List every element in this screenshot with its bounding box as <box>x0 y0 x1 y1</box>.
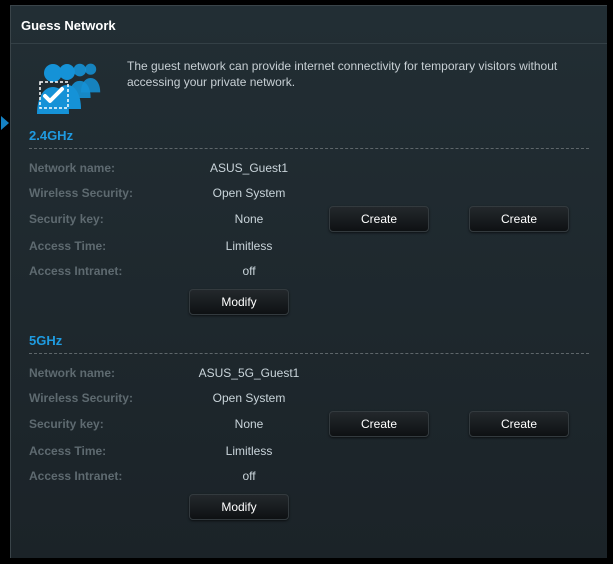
value-5-network-name: ASUS_5G_Guest1 <box>189 366 309 380</box>
create-button-24-slot3[interactable]: Create <box>469 206 569 232</box>
value-24-security-key: None <box>189 212 309 226</box>
value-24-access-time: Limitless <box>189 239 309 253</box>
band-5ghz-title: 5GHz <box>29 327 589 351</box>
value-24-wireless-security: Open System <box>189 186 309 200</box>
row-security-key-5: Security key: None Create Create <box>29 410 589 438</box>
create-button-24-slot2[interactable]: Create <box>329 206 429 232</box>
modify-row-24: Modify <box>29 283 589 323</box>
value-5-access-time: Limitless <box>189 444 309 458</box>
label-security-key: Security key: <box>29 417 189 431</box>
active-tab-pointer <box>1 116 9 130</box>
value-24-network-name: ASUS_Guest1 <box>189 161 309 175</box>
row-access-time: Access Time: Limitless <box>29 233 589 258</box>
modify-row-5: Modify <box>29 488 589 528</box>
row-access-time-5: Access Time: Limitless <box>29 438 589 463</box>
guest-network-icon <box>37 60 109 114</box>
label-access-intranet: Access Intranet: <box>29 469 189 483</box>
create-buttons-5: Create Create <box>309 411 589 437</box>
label-wireless-security: Wireless Security: <box>29 186 189 200</box>
band-24ghz-section: 2.4GHz Network name: ASUS_Guest1 Wireles… <box>11 118 607 323</box>
modify-button-24[interactable]: Modify <box>189 289 289 315</box>
intro-block: The guest network can provide internet c… <box>11 44 607 118</box>
create-buttons-24: Create Create <box>309 206 589 232</box>
label-network-name: Network name: <box>29 161 189 175</box>
band-5ghz-section: 5GHz Network name: ASUS_5G_Guest1 Wirele… <box>11 323 607 528</box>
divider <box>29 148 589 149</box>
value-5-access-intranet: off <box>189 469 309 483</box>
band-24ghz-title: 2.4GHz <box>29 122 589 146</box>
intro-text: The guest network can provide internet c… <box>127 58 587 90</box>
modify-button-5[interactable]: Modify <box>189 494 289 520</box>
page-title: Guess Network <box>11 6 607 44</box>
value-5-security-key: None <box>189 417 309 431</box>
label-wireless-security: Wireless Security: <box>29 391 189 405</box>
row-security-key: Security key: None Create Create <box>29 205 589 233</box>
guest-network-panel: Guess Network The guest network can pr <box>10 5 607 558</box>
value-24-access-intranet: off <box>189 264 309 278</box>
value-5-wireless-security: Open System <box>189 391 309 405</box>
label-network-name: Network name: <box>29 366 189 380</box>
row-access-intranet: Access Intranet: off <box>29 258 589 283</box>
label-access-time: Access Time: <box>29 239 189 253</box>
create-button-5-slot2[interactable]: Create <box>329 411 429 437</box>
label-security-key: Security key: <box>29 212 189 226</box>
label-access-time: Access Time: <box>29 444 189 458</box>
row-wireless-security: Wireless Security: Open System <box>29 180 589 205</box>
create-button-5-slot3[interactable]: Create <box>469 411 569 437</box>
row-wireless-security-5: Wireless Security: Open System <box>29 385 589 410</box>
row-network-name-5: Network name: ASUS_5G_Guest1 <box>29 360 589 385</box>
row-network-name: Network name: ASUS_Guest1 <box>29 155 589 180</box>
label-access-intranet: Access Intranet: <box>29 264 189 278</box>
divider <box>29 353 589 354</box>
row-access-intranet-5: Access Intranet: off <box>29 463 589 488</box>
